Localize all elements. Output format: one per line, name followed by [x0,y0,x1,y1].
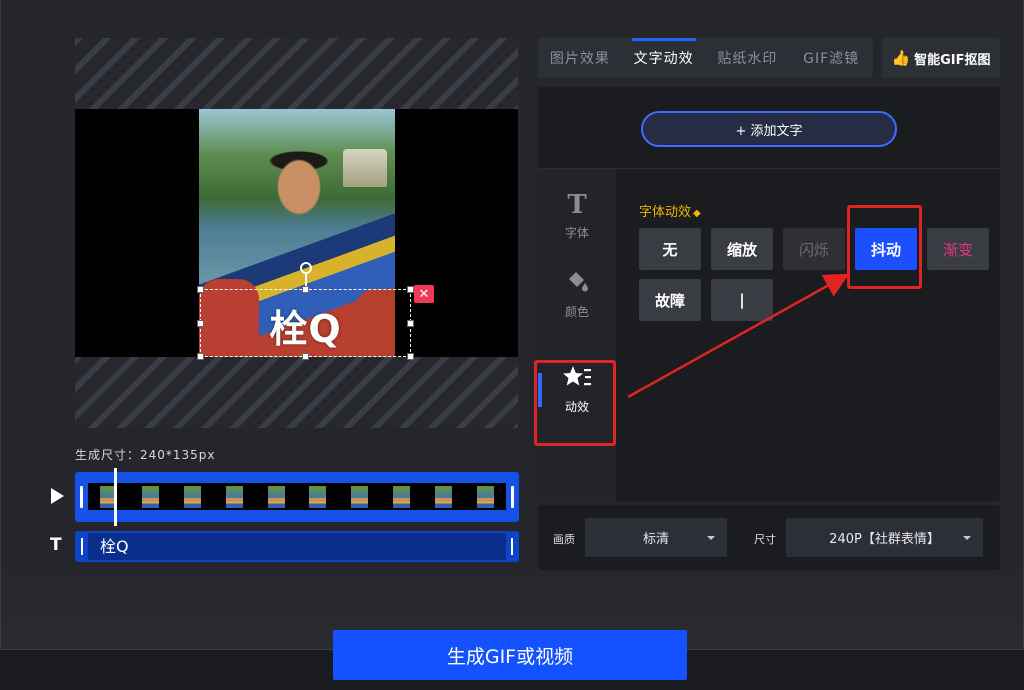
quality-select[interactable]: 标清 [585,518,727,557]
size-value: 240P【社群表情】 [829,532,940,547]
editor-tabs: 图片效果 文字动效 贴纸水印 GIF滤镜 [538,38,873,78]
size-select[interactable]: 240P【社群表情】 [786,518,983,557]
boat-shape [343,149,387,187]
frame-thumbnail [267,485,285,508]
effect-glitch-button[interactable]: 故障 [639,279,701,321]
frame-timeline[interactable] [75,468,519,526]
resize-handle-tr[interactable] [407,286,414,293]
frame-thumbnail [142,485,160,508]
effect-flash-button[interactable]: 闪烁 [783,228,845,270]
delete-text-button[interactable]: ✕ [414,285,434,303]
resize-handle-left[interactable] [197,320,204,327]
paint-bucket-icon [564,268,590,297]
side-nav-color[interactable]: 颜色 [538,255,616,333]
animation-content: 字体动效 ◆ 无 缩放 闪烁 抖动 渐变 故障 | [616,169,1000,501]
tab-gif-filter[interactable]: GIF滤镜 [789,38,873,78]
text-track-label: 栓Q [88,533,506,560]
frame-thumbnail [225,485,243,508]
frame-thumbnail [183,485,201,508]
timeline-start-handle[interactable] [80,486,83,508]
side-nav-font[interactable]: T 字体 [538,177,616,255]
frame-thumbnail [476,485,494,508]
resize-handle-bl[interactable] [197,353,204,360]
output-settings-bar: 画质 标清 尺寸 240P【社群表情】 [538,505,1000,570]
tab-sticker-watermark[interactable]: 贴纸水印 [706,38,790,78]
effect-none-button[interactable]: 无 [639,228,701,270]
smart-cutout-button[interactable]: 👍 智能GIF抠图 [882,38,1000,78]
chevron-down-icon [963,536,971,540]
preview-stripes-bottom [75,356,518,428]
text-track-end-handle[interactable] [511,538,513,555]
text-track[interactable]: 栓Q [75,531,519,562]
resize-handle-right[interactable] [407,320,414,327]
effect-scale-button[interactable]: 缩放 [711,228,773,270]
timeline-end-handle[interactable] [511,486,514,508]
add-text-button[interactable]: + 添加文字 [641,111,897,147]
size-setting-label: 尺寸 [754,533,776,546]
effects-title-text: 字体动效 [639,205,692,220]
chevron-down-icon [707,536,715,540]
frame-thumbnail [351,485,369,508]
video-preview[interactable]: 栓Q ✕ [75,109,518,360]
resize-handle-br[interactable] [407,353,414,360]
frame-strip [88,483,506,510]
panel-top: + 添加文字 [538,87,1000,169]
resize-handle-top[interactable] [302,286,309,293]
highlight-box-animation-nav [534,360,616,446]
smart-cutout-label: 智能GIF抠图 [914,52,991,68]
effect-gradient-button[interactable]: 渐变 [927,228,989,270]
text-track-icon: T [50,535,62,555]
tab-text-animation[interactable]: 文字动效 [622,38,706,78]
rotate-handle[interactable] [300,262,312,274]
frame-thumbnail [309,485,327,508]
highlight-box-shake-effect [847,205,922,289]
font-icon: T [567,189,587,220]
effects-title: 字体动效 ◆ [639,201,701,220]
quality-value: 标清 [642,532,669,547]
effect-typing-button[interactable]: | [711,279,773,321]
resize-handle-tl[interactable] [197,286,204,293]
text-overlay-box[interactable]: 栓Q [197,262,414,360]
preview-stripes-top [75,38,518,110]
text-side-nav: T 字体 颜色 动效 [538,169,616,501]
thumbs-up-icon: 👍 [891,49,911,67]
side-nav-font-label: 字体 [564,225,589,240]
tab-image-effects[interactable]: 图片效果 [538,38,622,78]
generate-gif-button[interactable]: 生成GIF或视频 [333,630,687,680]
output-size-label: 生成尺寸：240*135px [75,448,216,462]
diamond-icon: ◆ [693,208,701,219]
quality-label: 画质 [553,533,575,546]
resize-handle-bottom[interactable] [302,353,309,360]
playhead[interactable] [114,468,117,526]
frame-thumbnail [434,485,452,508]
overlay-text: 栓Q [269,306,342,351]
text-track-start-handle[interactable] [81,538,83,555]
frame-thumbnail [392,485,410,508]
side-nav-color-label: 颜色 [564,305,589,319]
play-icon[interactable] [51,488,64,504]
